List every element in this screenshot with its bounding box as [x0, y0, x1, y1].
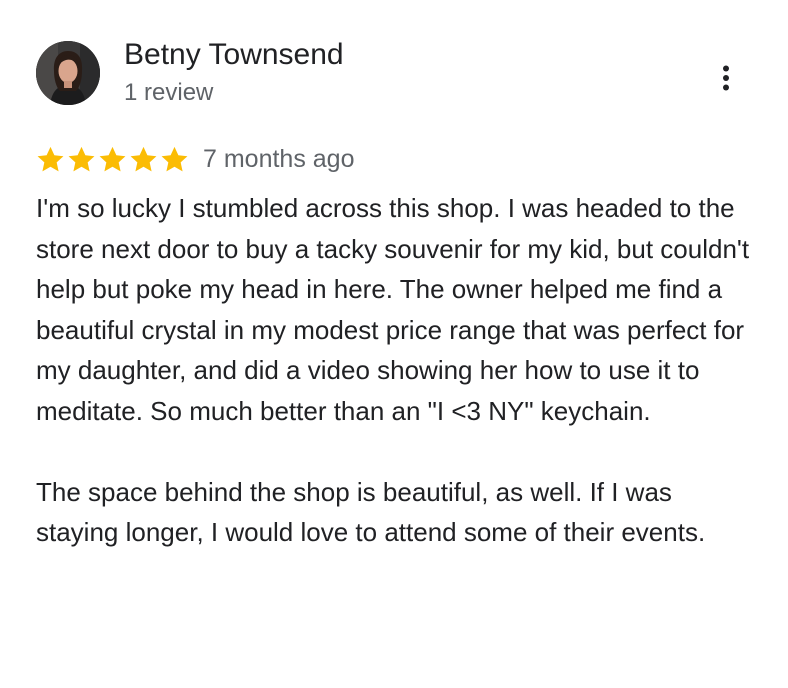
reviewer-review-count[interactable]: 1 review	[124, 78, 213, 108]
review-paragraph: The space behind the shop is beautiful, …	[36, 476, 706, 548]
review-paragraph: I'm so lucky I stumbled across this shop…	[36, 193, 750, 426]
star-filled-icon	[99, 146, 126, 171]
star-filled-icon	[130, 146, 157, 171]
review-date: 7 months ago	[203, 145, 355, 173]
star-filled-icon	[37, 146, 64, 171]
reviewer-name[interactable]: Betny Townsend	[124, 38, 344, 72]
more-options-button[interactable]	[706, 58, 746, 98]
review-text: I'm so lucky I stumbled across this shop…	[36, 188, 756, 553]
star-filled-icon	[161, 146, 188, 171]
star-filled-icon	[68, 146, 95, 171]
rating-row: 7 months ago	[36, 142, 355, 176]
more-vert-icon	[723, 65, 729, 91]
review-card: Betny Townsend 1 review 7 months ago I'm…	[0, 0, 788, 688]
star-rating	[36, 145, 189, 174]
reviewer-avatar[interactable]	[36, 41, 100, 105]
avatar-photo-icon	[36, 41, 100, 105]
